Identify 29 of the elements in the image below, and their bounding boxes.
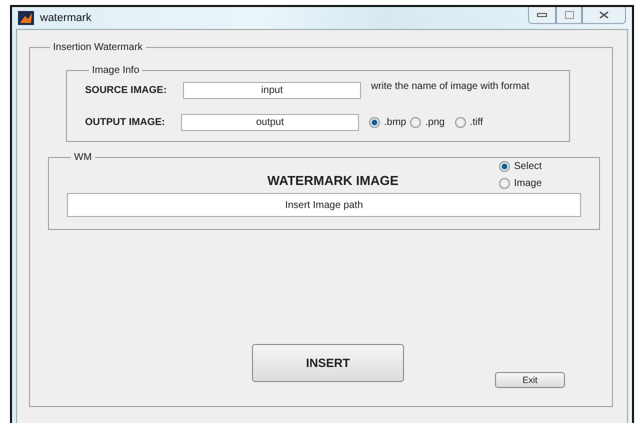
panel-title: Image Info — [91, 65, 140, 76]
radio-indicator[interactable] — [410, 117, 422, 128]
radio-button[interactable]: Select — [499, 161, 591, 172]
app-logo-icon — [18, 11, 34, 25]
field-label: OUTPUT IMAGE: — [85, 117, 166, 128]
hint-text: write the name of image with format — [371, 81, 530, 92]
radio-button[interactable]: .png — [410, 117, 445, 128]
radio-indicator[interactable] — [499, 161, 510, 172]
panel-title: WM — [73, 152, 93, 163]
radio-button[interactable]: Image — [499, 178, 591, 189]
panel-title: Insertion Watermark — [52, 42, 144, 53]
radio-button[interactable]: .tiff — [454, 117, 483, 128]
insert-button[interactable]: INSERT — [252, 344, 404, 382]
radio-button[interactable]: .bmp — [369, 117, 406, 128]
exit-button[interactable]: Exit — [495, 372, 565, 388]
output-image-field[interactable]: output — [181, 114, 359, 131]
minimize-button[interactable] — [528, 7, 556, 24]
radio-indicator[interactable] — [499, 178, 510, 189]
section-heading: WATERMARK IMAGE — [267, 173, 399, 188]
minimize-icon — [537, 13, 547, 17]
maximize-icon — [564, 11, 574, 19]
source-image-field[interactable]: input — [183, 82, 361, 99]
field-label: SOURCE IMAGE: — [85, 85, 168, 96]
close-icon — [599, 11, 609, 19]
close-button[interactable] — [582, 7, 626, 24]
radio-indicator[interactable] — [454, 117, 466, 128]
window-title: watermark — [40, 12, 92, 24]
radio-indicator[interactable] — [369, 117, 380, 128]
image-path-field[interactable]: Insert Image path — [67, 193, 581, 217]
